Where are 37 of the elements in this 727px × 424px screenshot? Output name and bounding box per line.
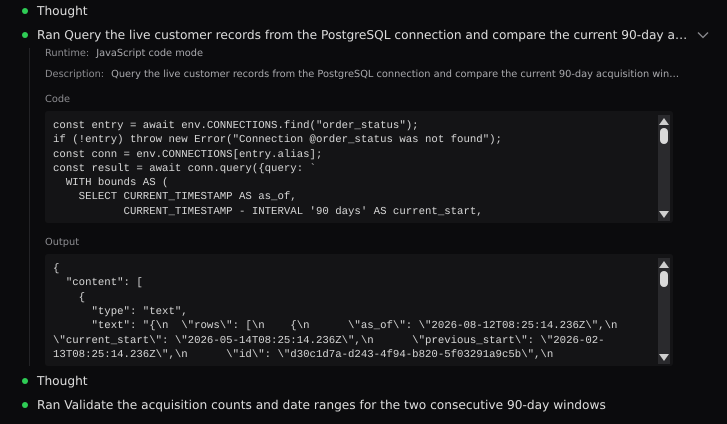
scrollbar[interactable] (658, 258, 670, 364)
step-title: Thought (37, 374, 88, 388)
scroll-thumb[interactable] (660, 271, 668, 288)
description-label: Description: (45, 69, 104, 80)
code-line: CURRENT_TIMESTAMP - INTERVAL '90 days' AS current_start, (122, 204, 484, 220)
output-line: { (78, 290, 86, 305)
chevron-icon[interactable] (697, 31, 710, 39)
output-line: { (53, 262, 60, 276)
step-title[interactable]: Ran Query the live customer records from the PostgreSQL connection and compare the current 90-day a… (37, 28, 688, 42)
step-title[interactable]: Ran Validate the acquisition counts and date ranges for the two consecutive 90-day windows (37, 398, 606, 412)
runtime-value: JavaScript code mode (96, 48, 203, 59)
code-label: Code (45, 94, 72, 105)
output-line: "text": "{\n \"rows\": [\n {\n \"as_of\": \"2026-08-12T08:25:14.236Z\",\n (90, 319, 618, 334)
code-line: WITH bounds AS ( (64, 176, 170, 190)
code-line: SELECT CURRENT_TIMESTAMP AS as_of, (78, 190, 298, 205)
status-dot-icon (22, 8, 28, 14)
code-line: if (!entry) throw new Error("Connection @order_status was not found"); (53, 133, 503, 148)
status-dot-icon (22, 402, 28, 408)
scroll-down-icon[interactable] (659, 211, 669, 218)
code-line: const entry = await env.CONNECTIONS.find("order_status"); (53, 119, 420, 134)
scroll-up-icon[interactable] (659, 261, 669, 268)
scroll-up-icon[interactable] (659, 118, 669, 125)
runtime-label: Runtime: (45, 48, 90, 59)
output-line: \"current_start\": \"2026-05-14T08:25:14.236Z\",\n \"previous_start\": \"2026-02- (53, 334, 606, 348)
scroll-thumb[interactable] (660, 128, 668, 144)
output-label: Output (45, 237, 80, 248)
status-dot-icon (22, 32, 28, 38)
output-line: "type": "text", (90, 304, 189, 320)
scroll-down-icon[interactable] (659, 354, 669, 362)
scrollbar[interactable] (658, 115, 670, 222)
output-line: "content": [ (64, 276, 144, 291)
code-line: const conn = env.CONNECTIONS[entry.alias]; (53, 148, 324, 162)
status-dot-icon (22, 378, 28, 384)
step-title: Thought (37, 4, 88, 18)
description-value: Query the live customer records from the PostgreSQL connection and compare the current 90-day acquisition win… (111, 69, 680, 80)
output-line: 13T08:25:14.236Z\",\n \"id\": \"d30c1d7a-d243-4f94-b820-5f03291a9c5b\",\n (53, 348, 554, 362)
code-line: const result = await conn.query({query: ` (53, 162, 317, 176)
